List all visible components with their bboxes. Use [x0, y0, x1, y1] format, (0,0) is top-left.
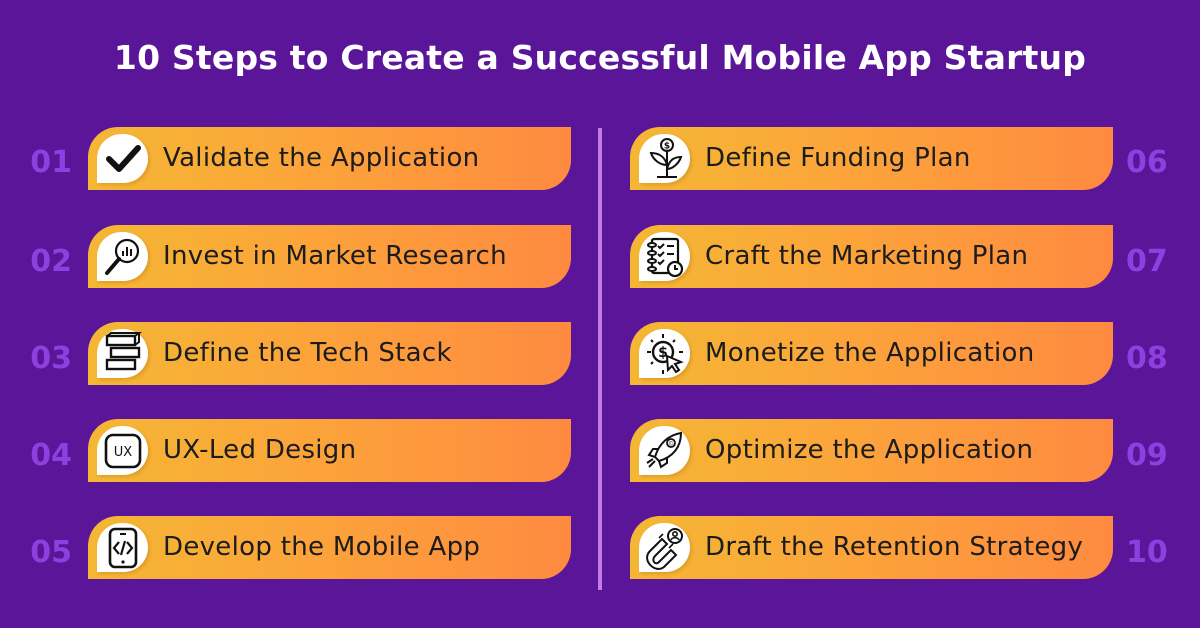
svg-text:UX: UX	[113, 445, 132, 460]
step-number-02: 02	[30, 244, 72, 279]
stacked-blocks-icon	[97, 329, 148, 378]
dollar-click-icon: $	[639, 329, 690, 378]
checklist-clock-icon	[639, 232, 690, 281]
step-number-05: 05	[30, 535, 72, 570]
step-label: Define the Tech Stack	[163, 338, 452, 368]
step-number-10: 10	[1126, 535, 1168, 570]
step-card-01: Validate the Application	[88, 127, 571, 190]
step-number-08: 08	[1126, 341, 1168, 376]
step-number-04: 04	[30, 438, 72, 473]
step-card-09: © Optimize the Application	[630, 419, 1113, 482]
column-divider	[598, 128, 602, 590]
step-label: Validate the Application	[163, 143, 480, 173]
step-label: Invest in Market Research	[163, 241, 507, 271]
step-number-03: 03	[30, 341, 72, 376]
magnet-user-icon	[639, 523, 690, 572]
step-card-02: Invest in Market Research	[88, 225, 571, 288]
step-label: Optimize the Application	[705, 435, 1034, 465]
checkmark-icon	[97, 134, 148, 183]
step-card-08: $ Monetize the Application	[630, 322, 1113, 385]
step-number-06: 06	[1126, 145, 1168, 180]
svg-text:©: ©	[668, 440, 674, 447]
money-plant-icon: $	[639, 134, 690, 183]
step-card-07: Craft the Marketing Plan	[630, 225, 1113, 288]
step-card-05: Develop the Mobile App	[88, 516, 571, 579]
step-label: Monetize the Application	[705, 338, 1035, 368]
page-title: 10 Steps to Create a Successful Mobile A…	[113, 38, 1087, 77]
step-number-07: 07	[1126, 244, 1168, 279]
step-card-04: UX UX-Led Design	[88, 419, 571, 482]
mobile-code-icon	[97, 523, 148, 572]
step-label: Develop the Mobile App	[163, 532, 481, 562]
step-number-01: 01	[30, 145, 72, 180]
svg-text:$: $	[663, 141, 669, 151]
ux-badge-icon: UX	[97, 426, 148, 475]
rocket-icon: ©	[639, 426, 690, 475]
step-number-09: 09	[1126, 438, 1168, 473]
step-label: UX-Led Design	[163, 435, 357, 465]
step-label: Define Funding Plan	[705, 143, 971, 173]
magnifier-chart-icon	[97, 232, 148, 281]
step-card-10: Draft the Retention Strategy	[630, 516, 1113, 579]
step-label: Draft the Retention Strategy	[705, 532, 1084, 562]
step-card-06: $ Define Funding Plan	[630, 127, 1113, 190]
step-card-03: Define the Tech Stack	[88, 322, 571, 385]
step-label: Craft the Marketing Plan	[705, 241, 1029, 271]
